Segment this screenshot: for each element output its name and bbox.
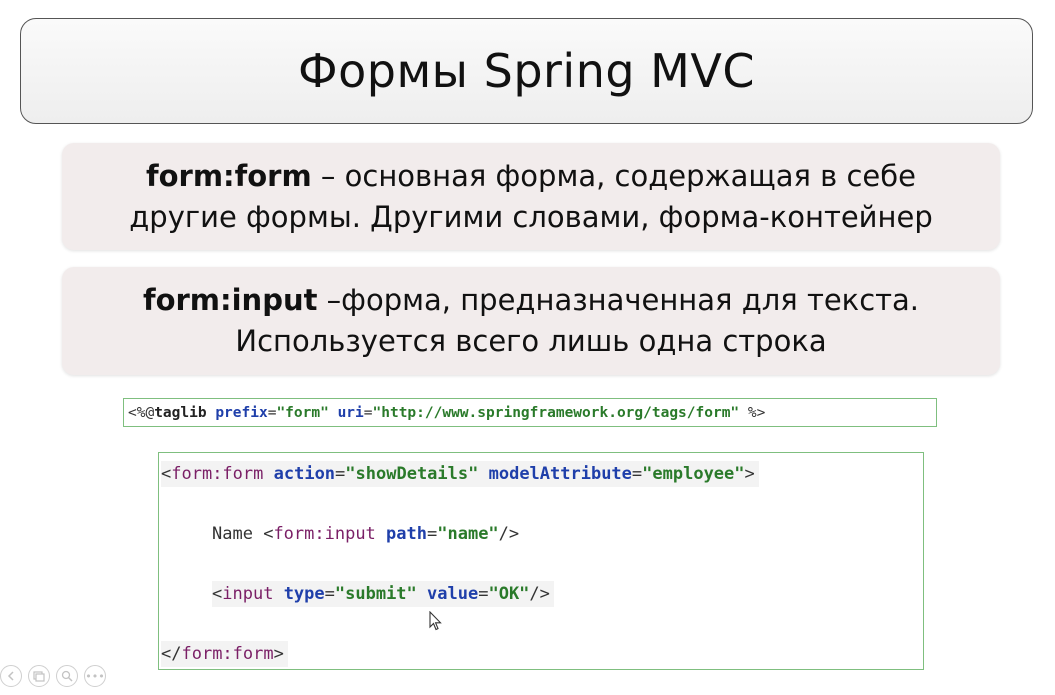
code-value: "submit": [334, 584, 417, 604]
prefix-value: "form": [276, 404, 329, 421]
form-code-block: <form:form action="showDetails" modelAtt…: [158, 452, 924, 670]
code-attr: type: [283, 584, 325, 604]
code-tag: input: [222, 584, 274, 604]
code-tag: form:form: [181, 644, 274, 664]
directive-close: %>: [747, 404, 766, 421]
taglib-directive-code: <%@ taglib prefix = "form" uri = "http://www.…: [123, 398, 937, 427]
code-line-form-input: Name <form:input path="name"/>: [212, 524, 520, 544]
prefix-attr: prefix: [215, 404, 268, 421]
code-attr: modelAttribute: [488, 464, 632, 484]
code-value: "showDetails": [345, 464, 479, 484]
more-options-icon[interactable]: •••: [84, 665, 106, 687]
previous-slide-icon[interactable]: [0, 665, 22, 687]
code-tag: form:form: [171, 464, 264, 484]
code-attr: path: [386, 524, 427, 544]
uri-attr: uri: [337, 404, 364, 421]
code-line-form-open: <form:form action="showDetails" modelAtt…: [161, 461, 759, 487]
code-value: "name": [437, 524, 499, 544]
definition-form-input: form:input –форма, предназначенная для т…: [62, 267, 1000, 375]
definition-term: form:form: [145, 158, 312, 193]
slides-icon[interactable]: [28, 665, 50, 687]
zoom-icon[interactable]: [56, 665, 78, 687]
code-attr: action: [273, 464, 336, 484]
definition-term: form:input: [142, 283, 318, 317]
code-attr: value: [427, 584, 479, 604]
definition-text-line1: – основная форма, содержащая в себе: [311, 158, 917, 193]
directive-open: <%@: [128, 404, 155, 421]
mouse-cursor-icon: [429, 611, 442, 631]
definition-text-line2: Используется всего лишь одна строка: [235, 324, 827, 358]
code-value: "employee": [642, 464, 745, 484]
code-text: Name: [212, 524, 264, 544]
uri-value: "http://www.springframework.org/tags/for…: [372, 404, 740, 421]
slide-nav-controls: •••: [0, 665, 106, 691]
code-line-submit-input: <input type="submit" value="OK"/>: [212, 581, 554, 607]
code-line-form-close: </form:form>: [161, 641, 288, 667]
definition-text-line1: –форма, предназначенная для текста.: [317, 283, 920, 317]
directive-name: taglib: [154, 404, 207, 421]
definition-form-form: form:form – основная форма, содержащая в…: [62, 143, 1000, 250]
code-value: "OK": [488, 584, 530, 604]
slide-title-box: Формы Spring MVC: [20, 18, 1033, 124]
code-tag: form:input: [273, 524, 376, 544]
slide-title: Формы Spring MVC: [298, 44, 755, 98]
definition-text-line2: другие формы. Другими словами, форма-кон…: [129, 199, 933, 234]
